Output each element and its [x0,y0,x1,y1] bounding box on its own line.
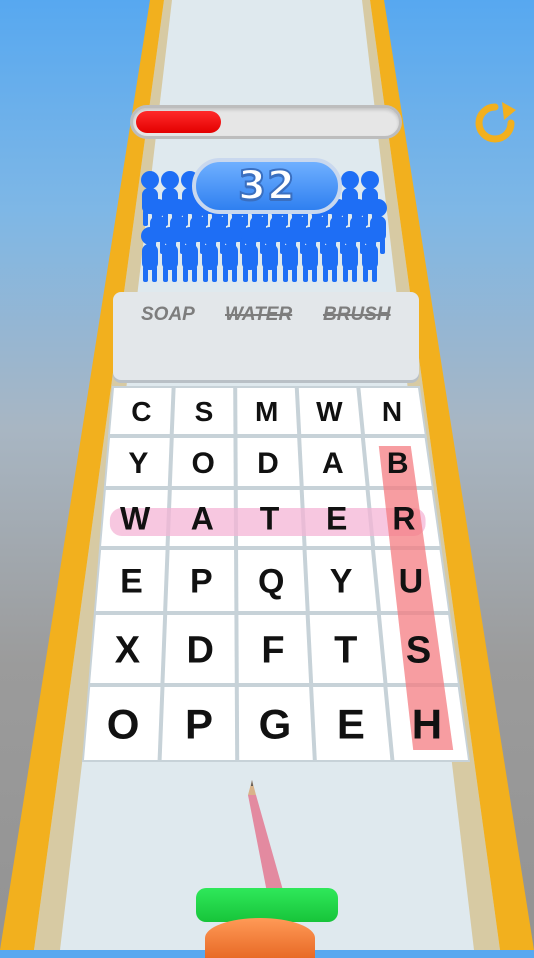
grid-letter: O [107,701,140,748]
grid-letter: X [115,630,141,672]
player-hand [205,918,315,958]
grid-letter: D [186,630,213,672]
grid-letter: R [392,501,415,537]
grid-letter: Y [128,447,148,480]
grid-letter: C [131,396,151,427]
grid-letter: G [259,701,292,748]
grid-letter: S [195,396,214,427]
word-list-panel: SOAP WATER BRUSH [113,292,419,380]
word-item: SOAP [141,304,195,325]
game-scene: CSMWNYODABWATEREPQYUXDFTSOPGEH 32 SOAP W… [0,0,534,958]
grid-letter: E [120,563,143,601]
grid-letter: S [406,630,431,672]
word-item: BRUSH [323,304,391,325]
grid-letter: U [399,563,424,601]
grid-letter: W [316,396,343,427]
grid-letter: E [337,701,365,748]
grid-letter: P [185,701,213,748]
grid-letter: P [190,563,213,601]
grid-letter: O [192,447,215,480]
game-world: C S M W NY O D A BW A T E RE P Q Y UX D F T SO P G E H [0,0,534,950]
grid-letter: B [387,447,409,480]
grid-letter: W [120,501,151,537]
restart-arrow-icon[interactable] [472,100,518,146]
pencil-ink-bar [196,888,338,922]
grid-letter: T [334,630,357,672]
score-counter: 32 [192,158,342,214]
word-grid: C S M W NY O D A BW A T E RE P Q Y UX D F T SO P G E H [82,386,470,762]
grid-letter: E [326,501,347,537]
grid-letter: A [191,501,214,537]
grid-letter: D [257,447,279,480]
word-item: WATER [225,304,293,325]
progress-bar [130,105,402,139]
grid-letter: T [260,501,280,537]
grid-letter: M [255,396,278,427]
grid-letter: Y [330,563,353,601]
grid-letter: A [322,447,344,480]
grid-letter: N [382,396,402,427]
progress-bar-fill [136,111,222,133]
grid-letter: F [261,630,284,672]
grid-letter: Q [258,563,284,601]
grid-letter: H [412,701,442,748]
